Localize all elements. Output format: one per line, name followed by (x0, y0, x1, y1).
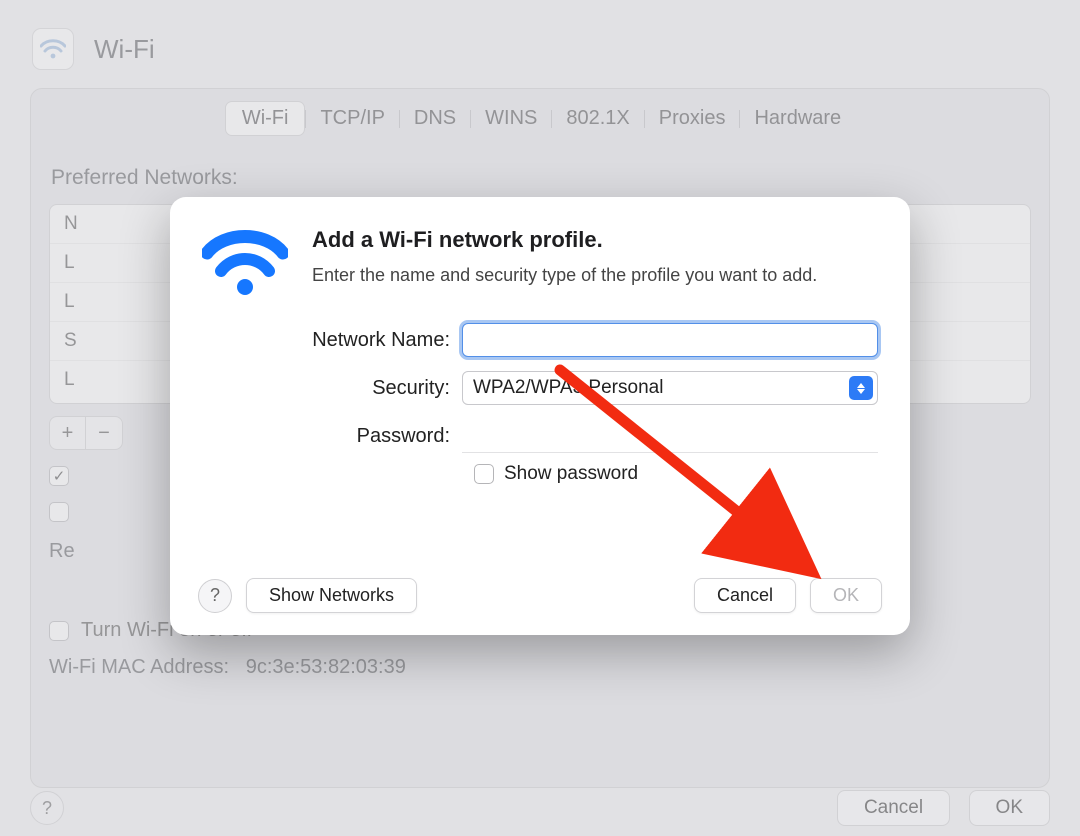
dialog-form: Network Name: Security: WPA2/WPA3 Person… (202, 323, 878, 485)
password-label: Password: (202, 425, 462, 448)
dialog-title: Add a Wi-Fi network profile. (312, 227, 817, 253)
show-password-checkbox[interactable] (474, 464, 494, 484)
security-select[interactable]: WPA2/WPA3 Personal (462, 371, 878, 405)
security-label: Security: (202, 377, 462, 400)
show-password-label: Show password (504, 463, 638, 485)
wifi-icon (202, 227, 288, 297)
show-networks-button[interactable]: Show Networks (246, 578, 417, 613)
chevron-updown-icon (849, 376, 873, 400)
dialog-cancel-button[interactable]: Cancel (694, 578, 796, 613)
network-name-input[interactable] (462, 323, 878, 357)
password-input[interactable] (462, 419, 878, 453)
dialog-subtitle: Enter the name and security type of the … (312, 263, 817, 287)
security-select-value: WPA2/WPA3 Personal (473, 377, 663, 399)
dialog-help-button[interactable]: ? (198, 579, 232, 613)
add-wifi-profile-dialog: Add a Wi-Fi network profile. Enter the n… (170, 197, 910, 635)
network-name-label: Network Name: (202, 329, 462, 352)
dialog-ok-button[interactable]: OK (810, 578, 882, 613)
